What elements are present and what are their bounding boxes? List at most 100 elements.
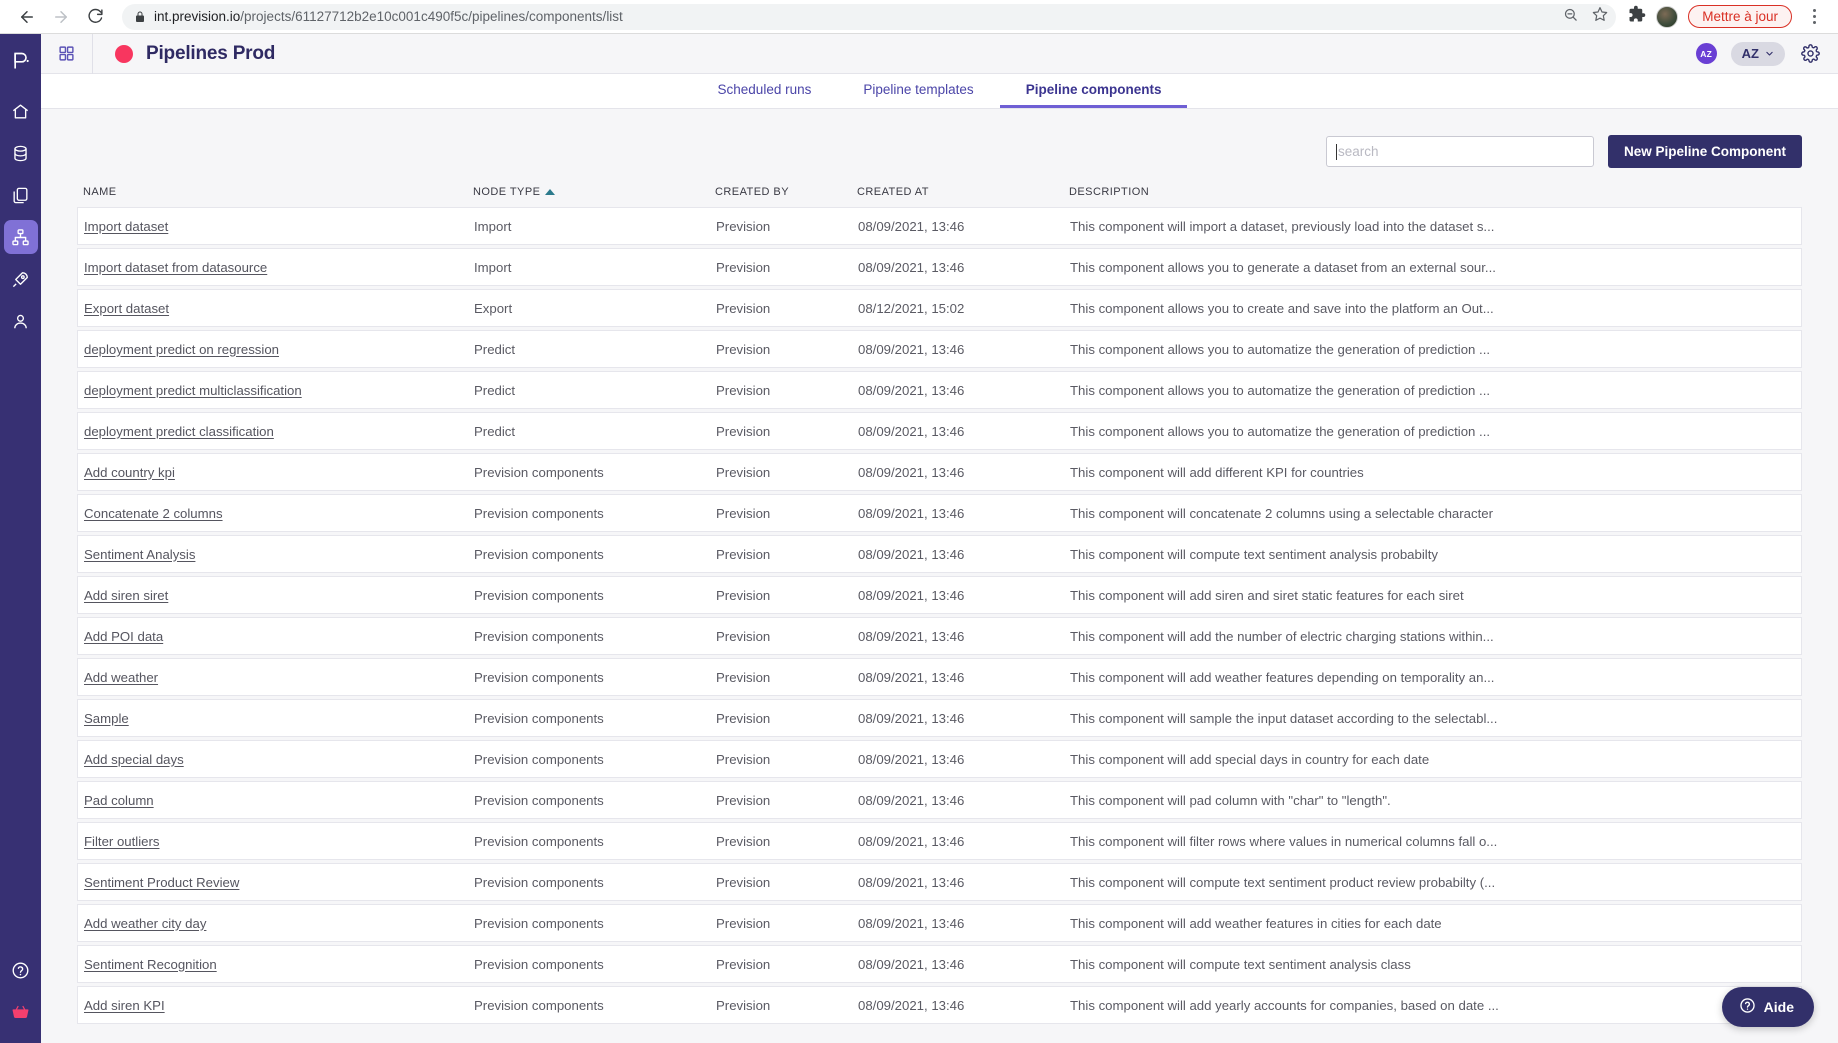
account-dropdown[interactable]: AZ <box>1730 41 1785 66</box>
sidebar-item-datasets[interactable] <box>4 136 38 170</box>
sidebar-item-experiments[interactable] <box>4 178 38 212</box>
table-row[interactable]: Concatenate 2 columns Prevision component… <box>77 494 1802 532</box>
cell-name: Add POI data <box>78 629 474 644</box>
puzzle-icon[interactable] <box>1628 5 1646 28</box>
tab-pipeline-components[interactable]: Pipeline components <box>999 74 1188 108</box>
sidebar-help-icon[interactable] <box>4 953 38 987</box>
component-link[interactable]: Add weather <box>84 670 158 685</box>
cell-node-type: Predict <box>474 423 516 439</box>
table-row[interactable]: deployment predict classification Predict… <box>77 412 1802 450</box>
sidebar-item-pipelines[interactable] <box>3 220 38 254</box>
component-link[interactable]: Sentiment Recognition <box>84 957 217 972</box>
table-row[interactable]: Import dataset Import Prevision 08/09/2021,… <box>77 207 1802 245</box>
component-link[interactable]: deployment predict classification <box>84 424 274 439</box>
component-link[interactable]: Sentiment Product Review <box>84 875 239 890</box>
cell-node-type: Prevision components <box>474 546 604 562</box>
component-link[interactable]: Add weather city day <box>84 916 206 931</box>
table-row[interactable]: Filter outliers Prevision components Previ… <box>77 822 1802 860</box>
cell-created-at: 08/09/2021, 13:46 <box>858 792 965 808</box>
table-row[interactable]: Pad column Prevision components Prevision 0… <box>77 781 1802 819</box>
table-row[interactable]: Sentiment Recognition Prevision component… <box>77 945 1802 983</box>
sidebar-item-users[interactable] <box>4 304 38 338</box>
cell-node-type: Prevision components <box>474 669 604 685</box>
table-row[interactable]: deployment predict on regression Predict P… <box>77 330 1802 368</box>
address-bar[interactable]: int.prevision.io/projects/61127712b2e10c… <box>122 3 1617 30</box>
table-row[interactable]: Export dataset Export Prevision 08/12/2021,… <box>77 289 1802 327</box>
account-dropdown-label: AZ <box>1741 46 1759 61</box>
component-link[interactable]: Add siren siret <box>84 588 168 603</box>
avatar[interactable]: AZ <box>1695 43 1717 64</box>
component-link[interactable]: Add special days <box>84 752 184 767</box>
tab-scheduled-runs[interactable]: Scheduled runs <box>692 74 838 108</box>
component-link[interactable]: Add country kpi <box>84 465 175 480</box>
cell-description: This component allows you to automatize … <box>1070 341 1491 357</box>
column-header-description[interactable]: DESCRIPTION <box>1069 186 1802 198</box>
table-row[interactable]: Sentiment Analysis Prevision components Pr… <box>77 535 1802 573</box>
cell-created-at: 08/09/2021, 13:46 <box>858 833 965 849</box>
component-link[interactable]: Export dataset <box>84 301 169 316</box>
sidebar-item-home[interactable] <box>4 94 38 128</box>
component-link[interactable]: Sentiment Analysis <box>84 547 195 562</box>
component-link[interactable]: Pad column <box>84 793 154 808</box>
component-link[interactable]: deployment predict multiclassification <box>84 383 302 398</box>
gear-icon[interactable] <box>1801 44 1820 63</box>
table-row[interactable]: Add siren siret Prevision components Previ… <box>77 576 1802 614</box>
component-link[interactable]: Concatenate 2 columns <box>84 506 223 521</box>
reload-button[interactable] <box>80 2 110 32</box>
kebab-menu-icon[interactable] <box>1802 4 1826 30</box>
table-row[interactable]: Add weather city day Prevision components… <box>77 904 1802 942</box>
component-link[interactable]: Add siren KPI <box>84 998 165 1013</box>
sidebar-item-deployments[interactable] <box>4 262 38 296</box>
search-input[interactable]: search <box>1325 136 1594 167</box>
column-header-node-type[interactable]: NODE TYPE <box>473 186 715 198</box>
help-fab-button[interactable]: Aide <box>1721 987 1814 1027</box>
component-link[interactable]: Filter outliers <box>84 834 159 849</box>
cell-created-by: Prevision <box>716 710 771 726</box>
table-row[interactable]: Sentiment Product Review Prevision compon… <box>77 863 1802 901</box>
component-link[interactable]: Import dataset <box>84 219 168 234</box>
table-row[interactable]: deployment predict multiclassification Pr… <box>77 371 1802 409</box>
cell-name: Add weather <box>78 670 474 685</box>
cell-description: This component will add different KPI fo… <box>1070 464 1364 480</box>
table-row[interactable]: Add weather Prevision components Prevision… <box>77 658 1802 696</box>
sidebar-store-basket-icon[interactable] <box>4 995 38 1029</box>
back-button[interactable] <box>12 2 42 32</box>
table-row[interactable]: Add country kpi Prevision components Previ… <box>77 453 1802 491</box>
cell-description: This component will sample the input dat… <box>1070 710 1498 726</box>
forward-button[interactable] <box>46 2 76 32</box>
new-pipeline-component-button[interactable]: New Pipeline Component <box>1607 135 1802 168</box>
table-row[interactable]: Add siren KPI Prevision components Previsi… <box>77 986 1802 1024</box>
lock-icon <box>134 11 146 23</box>
cell-node-type: Prevision components <box>474 628 604 644</box>
cell-created-by: Prevision <box>716 218 771 234</box>
column-header-name[interactable]: NAME <box>77 186 473 198</box>
column-header-created-by[interactable]: CREATED BY <box>715 186 857 198</box>
cell-created-by: Prevision <box>716 587 771 603</box>
prevision-logo-icon[interactable] <box>4 44 38 78</box>
apps-grid-icon[interactable] <box>41 33 93 74</box>
component-link[interactable]: Add POI data <box>84 629 163 644</box>
column-header-created-at[interactable]: CREATED AT <box>857 186 1069 198</box>
star-icon[interactable] <box>1592 6 1608 27</box>
cell-created-at: 08/09/2021, 13:46 <box>858 341 965 357</box>
table-row[interactable]: Add POI data Prevision components Previsio… <box>77 617 1802 655</box>
component-link[interactable]: Sample <box>84 711 129 726</box>
cell-created-at: 08/09/2021, 13:46 <box>858 915 965 931</box>
zoom-out-icon[interactable] <box>1563 7 1578 27</box>
cell-node-type: Prevision components <box>474 956 604 972</box>
cell-created-by: Prevision <box>716 833 771 849</box>
cell-created-at: 08/09/2021, 13:46 <box>858 505 965 521</box>
component-link[interactable]: deployment predict on regression <box>84 342 279 357</box>
table-row[interactable]: Add special days Prevision components Prev… <box>77 740 1802 778</box>
cell-node-type: Export <box>474 300 513 316</box>
update-button[interactable]: Mettre à jour <box>1688 5 1792 28</box>
tab-pipeline-templates[interactable]: Pipeline templates <box>837 74 999 108</box>
profile-avatar[interactable] <box>1656 5 1679 28</box>
cell-name: Import dataset from datasource <box>78 260 474 275</box>
table-row[interactable]: Sample Prevision components Prevision 08/09… <box>77 699 1802 737</box>
cell-description: This component will add yearly accounts … <box>1070 997 1499 1013</box>
table-row[interactable]: Import dataset from datasource Import Prev… <box>77 248 1802 286</box>
cell-name: Filter outliers <box>78 834 474 849</box>
component-link[interactable]: Import dataset from datasource <box>84 260 267 275</box>
cell-description: This component allows you to create and … <box>1070 300 1494 316</box>
